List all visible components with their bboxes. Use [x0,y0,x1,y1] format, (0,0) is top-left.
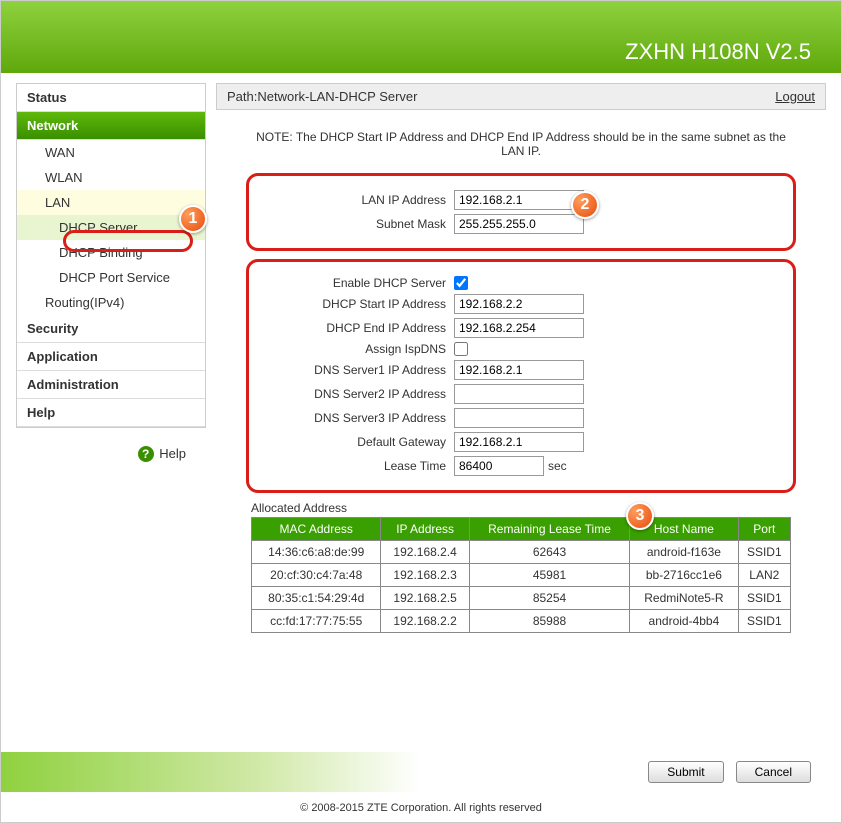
cell-ip: 192.168.2.2 [381,610,469,633]
table-row: cc:fd:17:77:75:55192.168.2.285988android… [252,610,791,633]
cell-port: SSID1 [738,541,790,564]
sidebar-item-wlan[interactable]: WLAN [17,165,205,190]
table-row: 80:35:c1:54:29:4d192.168.2.585254RedmiNo… [252,587,791,610]
dhcp-start-label: DHCP Start IP Address [264,297,454,311]
callout-3: 3 [626,502,654,530]
allocated-table: MAC Address IP Address Remaining Lease T… [251,517,791,633]
table-row: 14:36:c6:a8:de:99192.168.2.462643android… [252,541,791,564]
dns1-label: DNS Server1 IP Address [264,363,454,377]
enable-dhcp-checkbox[interactable] [454,276,468,290]
cell-port: SSID1 [738,587,790,610]
callout-ring-1 [63,230,193,252]
cancel-button[interactable]: Cancel [736,761,811,783]
help-label: Help [159,446,186,461]
path-value: Network-LAN-DHCP Server [257,89,417,104]
sidebar-item-routing[interactable]: Routing(IPv4) [17,290,205,315]
dns3-field[interactable] [454,408,584,428]
cell-host: android-f163e [630,541,738,564]
sidebar-item-wan[interactable]: WAN [17,140,205,165]
cell-time: 85988 [469,610,629,633]
cell-mac: cc:fd:17:77:75:55 [252,610,381,633]
sidebar: Status Network WAN WLAN LAN DHCP Server … [16,83,206,428]
col-time: Remaining Lease Time [469,518,629,541]
allocated-title: Allocated Address [251,501,826,515]
cell-time: 62643 [469,541,629,564]
cell-ip: 192.168.2.5 [381,587,469,610]
cell-ip: 192.168.2.4 [381,541,469,564]
lease-unit: sec [548,459,567,473]
sidebar-item-help[interactable]: Help [17,399,205,427]
gateway-label: Default Gateway [264,435,454,449]
lan-ip-label: LAN IP Address [264,193,454,207]
sidebar-item-lan[interactable]: LAN [17,190,205,215]
cell-port: LAN2 [738,564,790,587]
table-row: 20:cf:30:c4:7a:48192.168.2.345981bb-2716… [252,564,791,587]
note-text: NOTE: The DHCP Start IP Address and DHCP… [246,130,796,158]
lan-ip-field[interactable] [454,190,584,210]
cell-time: 45981 [469,564,629,587]
sidebar-item-network[interactable]: Network [17,112,205,140]
dhcp-box: Enable DHCP Server DHCP Start IP Address… [246,259,796,493]
cell-host: RedmiNote5-R [630,587,738,610]
footer-bar: Submit Cancel [1,752,841,792]
dns2-field[interactable] [454,384,584,404]
col-port: Port [738,518,790,541]
cell-mac: 20:cf:30:c4:7a:48 [252,564,381,587]
dhcp-end-field[interactable] [454,318,584,338]
dns2-label: DNS Server2 IP Address [264,387,454,401]
cell-time: 85254 [469,587,629,610]
callout-1: 1 [179,205,207,233]
gateway-field[interactable] [454,432,584,452]
submit-button[interactable]: Submit [648,761,723,783]
subnet-field[interactable] [454,214,584,234]
lease-label: Lease Time [264,459,454,473]
cell-mac: 14:36:c6:a8:de:99 [252,541,381,564]
sidebar-item-security[interactable]: Security [17,315,205,343]
enable-dhcp-label: Enable DHCP Server [264,276,454,290]
question-icon: ? [138,446,154,462]
lan-ip-box: LAN IP Address Subnet Mask [246,173,796,251]
sidebar-item-administration[interactable]: Administration [17,371,205,399]
dns1-field[interactable] [454,360,584,380]
page-title: ZXHN H108N V2.5 [625,39,811,65]
ispdns-label: Assign IspDNS [264,342,454,356]
dns3-label: DNS Server3 IP Address [264,411,454,425]
subnet-label: Subnet Mask [264,217,454,231]
cell-ip: 192.168.2.3 [381,564,469,587]
cell-mac: 80:35:c1:54:29:4d [252,587,381,610]
sidebar-item-status[interactable]: Status [17,84,205,112]
help-link[interactable]: ? Help [16,428,206,472]
lease-field[interactable] [454,456,544,476]
logout-link[interactable]: Logout [775,89,815,104]
col-ip: IP Address [381,518,469,541]
col-mac: MAC Address [252,518,381,541]
dhcp-start-field[interactable] [454,294,584,314]
header: ZXHN H108N V2.5 [1,1,841,73]
sidebar-item-dhcp-port[interactable]: DHCP Port Service [17,265,205,290]
cell-host: android-4bb4 [630,610,738,633]
breadcrumb: Path:Network-LAN-DHCP Server Logout [216,83,826,110]
copyright-text: © 2008-2015 ZTE Corporation. All rights … [1,802,841,814]
callout-2: 2 [571,191,599,219]
dhcp-end-label: DHCP End IP Address [264,321,454,335]
ispdns-checkbox[interactable] [454,342,468,356]
path-prefix: Path: [227,89,257,104]
cell-port: SSID1 [738,610,790,633]
cell-host: bb-2716cc1e6 [630,564,738,587]
sidebar-item-application[interactable]: Application [17,343,205,371]
